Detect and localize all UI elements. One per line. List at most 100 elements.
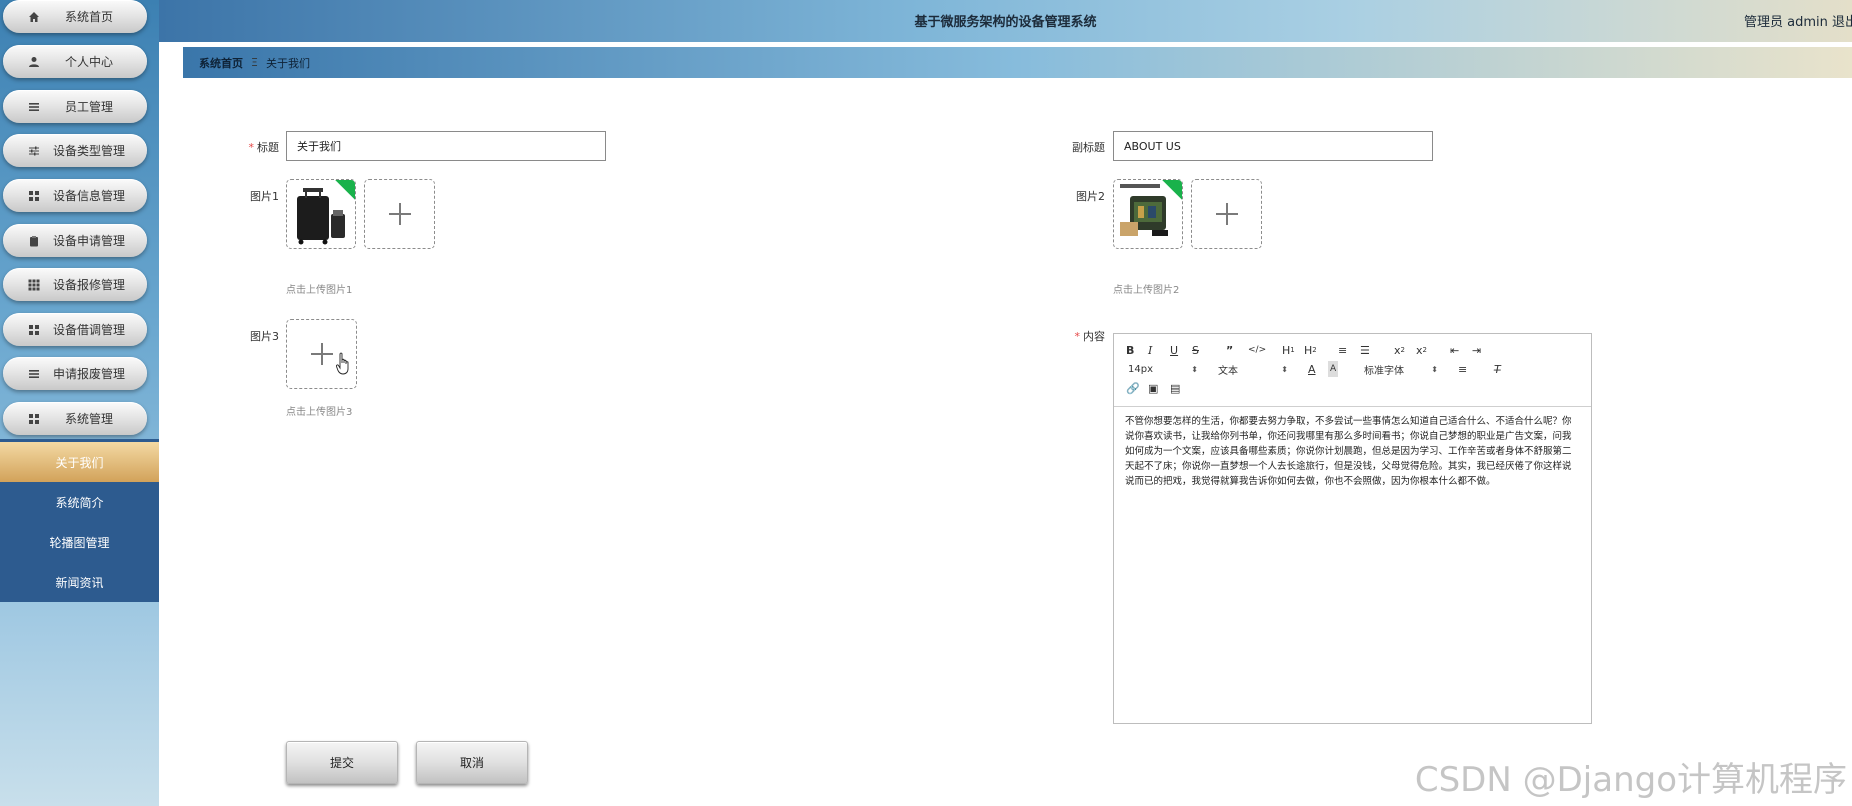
bold-icon[interactable]: B [1126,342,1134,358]
pic3-label: 图片3 [250,330,279,343]
submenu-item-label: 系统简介 [55,495,104,510]
underline-icon[interactable]: U [1170,342,1178,358]
subscript-icon[interactable]: x2 [1394,342,1405,358]
sidebar: 系统首页 个人中心 员工管理 设备类型管理 设备信息管理 设备申请管理 设备报修… [0,0,159,806]
list-icon [23,101,45,113]
sidebar-item-label: 系统首页 [64,10,113,24]
submenu-item-label: 关于我们 [55,455,104,470]
sidebar-item-device-type[interactable]: 设备类型管理 [3,134,147,167]
sidebar-item-scrap-apply[interactable]: 申请报废管理 [3,357,147,390]
select-arrow-icon: ⬍ [1281,364,1288,374]
plus-icon [388,203,411,225]
content-label: * 内容 [1074,330,1106,343]
sidebar-item-label: 设备借调管理 [52,323,125,337]
plus-icon [310,343,333,365]
pic2-label: 图片2 [1076,190,1105,203]
select-arrow-icon: ⬍ [1431,364,1438,374]
rich-text-editor[interactable]: B I U S ” </> H1 H2 ≡ ☰ x2 x2 ⇤ ⇥ 14px ⬍ … [1113,333,1592,724]
font-size-select[interactable]: 14px ⬍ [1128,361,1198,377]
italic-icon[interactable]: I [1148,342,1152,358]
breadcrumb-home[interactable]: 系统首页 [199,55,243,71]
sidebar-item-device-info[interactable]: 设备信息管理 [3,179,147,212]
align-icon[interactable]: ≡ [1458,361,1467,377]
submenu-item-news[interactable]: 新闻资讯 [0,562,159,602]
subtitle-input[interactable]: ABOUT US [1113,131,1433,161]
submit-button[interactable]: 提交 [286,741,398,784]
outdent-icon[interactable]: ⇤ [1450,342,1459,358]
background-color-icon[interactable]: A [1328,361,1339,377]
hand-cursor-icon [336,352,349,375]
clear-format-icon[interactable]: T̶ [1494,361,1501,377]
top-header: 基于微服务架构的设备管理系统 管理员 admin 退出 [159,0,1852,45]
font-family-select[interactable]: 标准字体 ⬍ [1364,361,1438,377]
sidebar-item-label: 设备信息管理 [52,189,125,203]
font-size-value: 14px [1128,363,1153,375]
sidebar-item-system[interactable]: 系统管理 [3,402,147,435]
sidebar-item-label: 申请报废管理 [52,367,125,381]
header-select[interactable]: 文本 ⬍ [1218,361,1288,377]
submenu-item-label: 新闻资讯 [55,575,104,590]
submenu-item-system-intro[interactable]: 系统简介 [0,482,159,522]
home-icon [23,11,45,23]
user-icon [23,56,45,68]
superscript-icon[interactable]: x2 [1416,342,1427,358]
video-icon[interactable]: ▤ [1170,380,1180,396]
grid-icon [23,324,45,336]
strike-icon[interactable]: S [1192,342,1199,358]
bullet-list-icon[interactable]: ☰ [1360,342,1370,358]
sidebar-item-device-apply[interactable]: 设备申请管理 [3,224,147,257]
pic3-hint: 点击上传图片3 [286,407,353,418]
cancel-button[interactable]: 取消 [416,741,528,784]
grid-icon [23,413,45,425]
clipboard-icon [23,235,45,247]
breadcrumb-separator-icon: Ξ [251,56,258,69]
watermark: CSDN @Django计算机程序 [1414,760,1847,800]
code-icon[interactable]: </> [1248,342,1266,358]
ordered-list-icon[interactable]: ≡ [1338,342,1347,358]
sidebar-item-device-repair[interactable]: 设备报修管理 [3,268,147,301]
breadcrumb: 系统首页 Ξ 关于我们 [183,47,1852,78]
sidebar-item-label: 设备申请管理 [52,234,125,248]
user-info[interactable]: 管理员 admin 退出 [1744,11,1852,30]
title-input[interactable]: 关于我们 [286,131,606,161]
select-arrow-icon: ⬍ [1191,364,1198,374]
pic2-thumbnail[interactable] [1113,179,1183,249]
submenu-item-carousel[interactable]: 轮播图管理 [0,522,159,562]
pic2-hint: 点击上传图片2 [1113,285,1180,296]
image-icon[interactable]: ▣ [1148,380,1158,396]
list-icon [23,368,45,380]
sidebar-item-profile[interactable]: 个人中心 [3,45,147,78]
pic1-upload-button[interactable] [364,179,435,249]
sidebar-item-label: 设备类型管理 [52,144,125,158]
breadcrumb-current: 关于我们 [265,56,310,70]
submenu-item-label: 轮播图管理 [49,535,110,550]
sidebar-item-label: 设备报修管理 [52,278,125,292]
sliders-icon [23,145,45,157]
title-label: * 标题 [248,141,280,154]
pic3-upload-button[interactable] [286,319,357,389]
editor-content[interactable]: 不管你想要怎样的生活，你都要去努力争取，不多尝试一些事情怎么知道自己适合什么、不… [1125,414,1580,489]
font-color-icon[interactable]: A [1308,361,1316,377]
sidebar-item-label: 员工管理 [64,100,113,114]
submenu-item-about-us[interactable]: 关于我们 [0,442,159,482]
font-family-value: 标准字体 [1364,365,1404,377]
pic1-hint: 点击上传图片1 [286,285,353,296]
grid-icon [23,190,45,202]
pic2-upload-button[interactable] [1191,179,1262,249]
link-icon[interactable]: 🔗 [1126,380,1140,396]
pic1-thumbnail[interactable] [286,179,356,249]
editor-toolbar: B I U S ” </> H1 H2 ≡ ☰ x2 x2 ⇤ ⇥ 14px ⬍ … [1114,334,1591,407]
indent-icon[interactable]: ⇥ [1472,342,1481,358]
sidebar-item-label: 系统管理 [64,412,113,426]
pic1-label: 图片1 [250,190,279,203]
h1-icon[interactable]: H1 [1282,342,1295,358]
h2-icon[interactable]: H2 [1304,342,1317,358]
sidebar-item-device-loan[interactable]: 设备借调管理 [3,313,147,346]
quote-icon[interactable]: ” [1226,342,1233,358]
plus-icon [1215,203,1238,225]
sidebar-item-staff[interactable]: 员工管理 [3,90,147,123]
sidebar-item-home[interactable]: 系统首页 [3,0,147,33]
header-select-value: 文本 [1218,365,1238,377]
apps-icon [23,279,45,291]
sidebar-item-label: 个人中心 [64,55,113,69]
